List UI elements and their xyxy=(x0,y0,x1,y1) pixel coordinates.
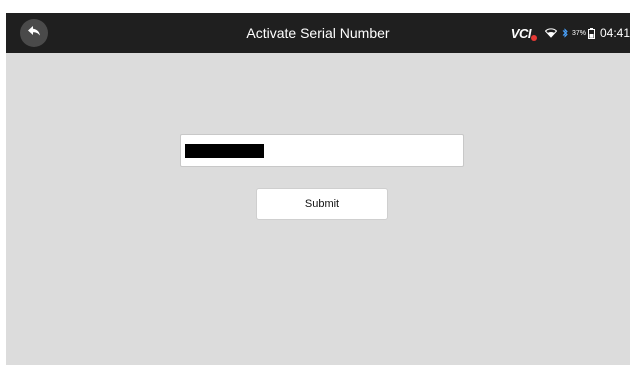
status-bar: VCI 37% 04:41 xyxy=(511,13,630,53)
app-screen: Activate Serial Number VCI 37% 04:41 Sub… xyxy=(6,13,630,365)
vci-status-icon: VCI xyxy=(510,25,537,41)
back-button[interactable] xyxy=(20,19,48,47)
title-bar: Activate Serial Number VCI 37% 04:41 xyxy=(6,13,630,53)
vci-alert-dot xyxy=(530,34,537,41)
battery-percent: 37% xyxy=(571,29,586,37)
clock: 04:41 xyxy=(599,26,630,40)
submit-button[interactable]: Submit xyxy=(256,188,388,220)
serial-number-input[interactable] xyxy=(180,134,464,167)
back-arrow-icon xyxy=(27,24,41,42)
vci-label: VCI xyxy=(510,25,532,41)
battery-icon xyxy=(587,27,595,39)
wifi-icon xyxy=(544,28,557,38)
bluetooth-icon xyxy=(562,28,568,38)
redacted-serial-value xyxy=(185,144,264,158)
